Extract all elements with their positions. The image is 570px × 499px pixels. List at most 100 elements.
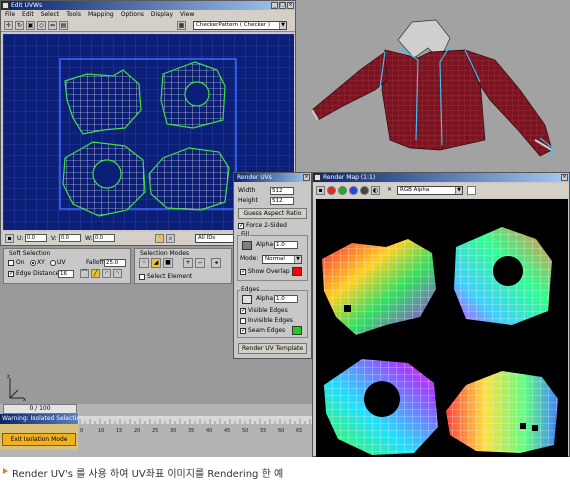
u-label: U: bbox=[17, 235, 24, 242]
visible-edges-option[interactable]: ✓ Visible Edges bbox=[240, 307, 288, 315]
invisible-edges-checkbox[interactable] bbox=[240, 317, 246, 324]
move-icon[interactable]: ✛ bbox=[4, 21, 13, 30]
rotate-icon[interactable]: ↻ bbox=[15, 21, 24, 30]
invisible-edges-option[interactable]: Invisible Edges bbox=[240, 317, 293, 325]
guess-aspect-ratio-button[interactable]: Guess Aspect Ratio bbox=[238, 208, 307, 219]
close-icon[interactable]: × bbox=[561, 174, 568, 181]
menu-tools[interactable]: Tools bbox=[66, 10, 81, 19]
jacket-left-sleeve bbox=[311, 51, 388, 121]
select-element-option[interactable]: Select Element bbox=[139, 273, 192, 281]
close-icon[interactable]: × bbox=[303, 174, 310, 181]
shrink-icon[interactable]: − bbox=[195, 258, 205, 268]
falloff-fast-icon[interactable]: ◝ bbox=[113, 269, 122, 278]
falloff-field[interactable]: 25.0 bbox=[104, 259, 126, 267]
fill-color-swatch[interactable] bbox=[242, 241, 252, 250]
fill-alpha-field[interactable]: 1.0 bbox=[274, 241, 298, 249]
menu-file[interactable]: File bbox=[5, 10, 15, 19]
edge-mode-icon[interactable]: ◢ bbox=[151, 258, 161, 268]
menu-display[interactable]: Display bbox=[151, 10, 173, 19]
uv-radio[interactable] bbox=[50, 259, 56, 266]
visible-edges-checkbox[interactable]: ✓ bbox=[240, 307, 246, 314]
menu-view[interactable]: View bbox=[180, 10, 194, 19]
loop-icon[interactable]: ◂ bbox=[211, 258, 221, 268]
xy-radio[interactable] bbox=[30, 259, 36, 266]
background-color-swatch[interactable] bbox=[467, 186, 476, 195]
force-2sided-checkbox[interactable]: ✓ bbox=[238, 222, 244, 229]
isolation-warning-panel: Warning: Isolated Selection Exit Isolati… bbox=[0, 414, 78, 450]
timeline-ruler[interactable]: 0 10 15 20 25 30 35 40 45 50 55 60 65 bbox=[78, 416, 312, 434]
red-channel-icon[interactable] bbox=[327, 186, 336, 195]
timeline-tick-label: 30 bbox=[170, 428, 176, 434]
pan-icon[interactable]: ✋ bbox=[155, 234, 164, 243]
edge-distance-checkbox[interactable]: ✓ bbox=[8, 270, 14, 277]
u-field[interactable]: 0.0 bbox=[25, 234, 47, 242]
render-uv-template-button[interactable]: Render UV Template bbox=[238, 343, 307, 354]
show-overlap-option[interactable]: ✓ Show Overlap bbox=[240, 268, 290, 276]
scale-icon[interactable]: ▣ bbox=[26, 21, 35, 30]
timeline-area: 0 / 100 Warning: Isolated Selection Exit… bbox=[0, 404, 312, 457]
falloff-smooth-icon[interactable]: ⌒ bbox=[80, 269, 89, 278]
seam-edges-option[interactable]: ✓ Seam Edges bbox=[240, 327, 285, 335]
monochrome-icon[interactable]: ◐ bbox=[371, 186, 380, 195]
minimize-icon[interactable]: _ bbox=[271, 2, 278, 9]
timeline-tick-label: 35 bbox=[188, 428, 194, 434]
edit-uvws-titlebar[interactable]: Edit UVWs _ □ × bbox=[1, 1, 295, 10]
texture-map-icon[interactable]: ▦ bbox=[177, 21, 186, 30]
menu-options[interactable]: Options bbox=[121, 10, 144, 19]
edge-distance-option[interactable]: ✓ Edge Distance bbox=[8, 270, 59, 278]
menu-select[interactable]: Select bbox=[41, 10, 60, 19]
save-icon[interactable]: ▪ bbox=[316, 186, 325, 195]
mode-dropdown[interactable]: Normal ▼ bbox=[262, 255, 302, 264]
seam-edges-checkbox[interactable]: ✓ bbox=[240, 327, 246, 334]
texture-dropdown[interactable]: CheckerPattern ( Checker ) ▼ bbox=[193, 21, 287, 30]
grow-icon[interactable]: + bbox=[183, 258, 193, 268]
on-checkbox[interactable] bbox=[8, 259, 14, 266]
frame-counter[interactable]: 0 / 100 bbox=[3, 404, 77, 414]
maximize-icon[interactable]: □ bbox=[279, 2, 286, 9]
svg-text:z: z bbox=[7, 374, 10, 380]
xy-option[interactable]: XY bbox=[30, 259, 45, 267]
render-map-titlebar[interactable]: Render Map (1:1) × bbox=[313, 173, 569, 182]
freeform-icon[interactable]: ◇ bbox=[37, 21, 46, 30]
select-element-checkbox[interactable] bbox=[139, 273, 145, 280]
close-icon[interactable]: × bbox=[287, 2, 294, 9]
render-uvs-titlebar[interactable]: Render UVs × bbox=[234, 173, 311, 182]
lock-icon[interactable]: ▪ bbox=[5, 234, 14, 243]
timeline-tick-label: 45 bbox=[224, 428, 230, 434]
menu-edit[interactable]: Edit bbox=[22, 10, 34, 19]
overlap-marker bbox=[520, 423, 526, 429]
w-field[interactable]: 0.0 bbox=[93, 234, 115, 242]
uv-option[interactable]: UV bbox=[50, 259, 66, 267]
show-overlap-checkbox[interactable]: ✓ bbox=[240, 268, 246, 275]
isolation-warning-title: Warning: Isolated Selection bbox=[0, 414, 78, 424]
exit-isolation-button[interactable]: Exit Isolation Mode bbox=[2, 433, 76, 446]
seam-color-swatch[interactable] bbox=[292, 326, 302, 335]
menu-mapping[interactable]: Mapping bbox=[88, 10, 114, 19]
edges-alpha-field[interactable]: 1.0 bbox=[274, 295, 298, 303]
green-channel-icon[interactable] bbox=[338, 186, 347, 195]
edge-color-swatch[interactable] bbox=[242, 295, 252, 304]
zoom-icon[interactable]: ⌕ bbox=[166, 234, 175, 243]
face-mode-icon[interactable]: ■ bbox=[163, 258, 173, 268]
edit-uvws-toolbar: ✛ ↻ ▣ ◇ ⇔ ▤ ▦ CheckerPattern ( Checker )… bbox=[1, 19, 295, 32]
falloff-linear-icon[interactable]: ╱ bbox=[91, 269, 100, 278]
vertex-mode-icon[interactable]: ⁘ bbox=[139, 258, 149, 268]
blue-channel-icon[interactable] bbox=[349, 186, 358, 195]
perspective-viewport[interactable] bbox=[290, 0, 570, 172]
mirror-icon[interactable]: ⇔ bbox=[48, 21, 57, 30]
force-2sided-option[interactable]: ✓ Force 2-Sided bbox=[238, 222, 287, 230]
falloff-slow-icon[interactable]: ◜ bbox=[102, 269, 111, 278]
soft-selection-on[interactable]: On bbox=[8, 259, 25, 267]
snap-icon[interactable]: ▤ bbox=[59, 21, 68, 30]
edge-distance-field[interactable]: 16 bbox=[58, 270, 74, 278]
render-uvs-title: Render UVs bbox=[237, 174, 272, 181]
alpha-channel-icon[interactable] bbox=[360, 186, 369, 195]
clear-icon[interactable]: ✕ bbox=[385, 186, 394, 195]
window-title: Edit UVWs bbox=[11, 2, 43, 9]
height-field[interactable]: 512 bbox=[270, 197, 294, 205]
v-field[interactable]: 0.0 bbox=[59, 234, 81, 242]
width-field[interactable]: 512 bbox=[270, 187, 294, 195]
v-label: V: bbox=[51, 235, 57, 242]
channel-dropdown[interactable]: RGB Alpha ▼ bbox=[397, 186, 463, 195]
overlap-color-swatch[interactable] bbox=[292, 267, 302, 276]
